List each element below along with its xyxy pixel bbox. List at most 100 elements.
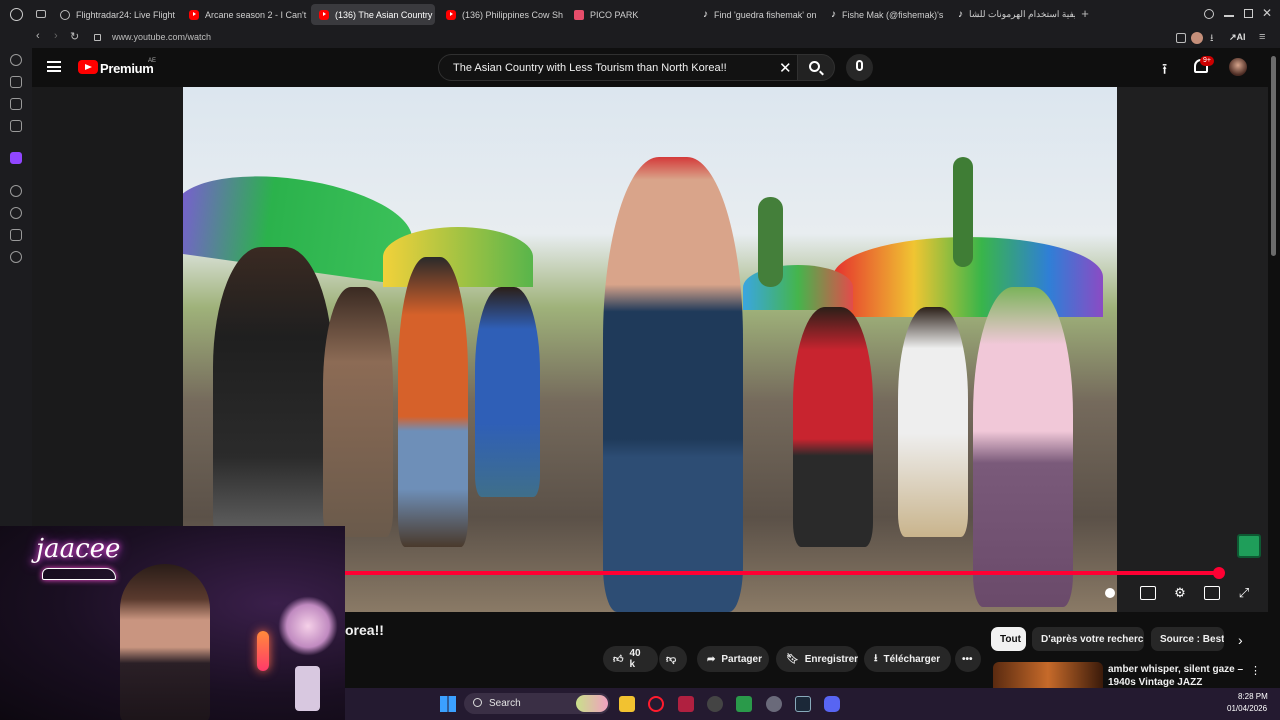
extensions-icon[interactable] <box>1176 33 1186 43</box>
like-button[interactable]: 👍︎ 40 k <box>603 646 658 672</box>
autoplay-toggle[interactable] <box>1103 586 1125 600</box>
app-icon-dark[interactable] <box>707 696 723 712</box>
notification-badge: 9+ <box>1200 56 1214 66</box>
streamer-name: jaacee <box>36 534 121 564</box>
tab-label: كيفية استخدام الهرمونات للشا <box>969 9 1075 19</box>
m-app-icon[interactable] <box>10 120 22 132</box>
recommendation-menu-icon[interactable]: ⋮ <box>1250 664 1261 677</box>
search-icon-handle <box>819 70 824 76</box>
tab-philippines[interactable]: (136) Philippines Cow Sh <box>438 4 563 25</box>
crowd-person <box>398 257 468 547</box>
player-icon[interactable] <box>10 185 22 197</box>
subtitles-icon[interactable] <box>1140 586 1156 600</box>
youtube-icon <box>319 9 329 20</box>
chips-next-icon[interactable]: › <box>1238 632 1243 648</box>
recommendation-title[interactable]: amber whisper, silent gaze – 1940s Vinta… <box>1108 663 1243 689</box>
search-button[interactable] <box>797 54 835 81</box>
channel-watermark-icon[interactable] <box>1237 534 1261 558</box>
tab-asian-country[interactable]: (136) The Asian Country <box>311 4 435 25</box>
reload-icon[interactable]: ↻ <box>70 30 79 43</box>
settings-gear-icon[interactable] <box>10 251 22 263</box>
speed-dial-icon[interactable] <box>10 54 22 66</box>
settings-icon[interactable]: ⚙ <box>1172 586 1188 600</box>
minimize-icon[interactable] <box>1224 15 1234 17</box>
app-icon-gray[interactable] <box>766 696 782 712</box>
tab-label: Fishe Mak (@fishemak)'s <box>842 9 944 20</box>
save-label: Enregistrer <box>804 653 859 665</box>
download-label: Télécharger <box>883 653 941 665</box>
crowd-person <box>973 287 1073 607</box>
opera-menu-icon[interactable] <box>10 8 23 21</box>
bag-icon[interactable] <box>10 76 22 88</box>
taskbar-time[interactable]: 8:28 PM <box>1238 692 1268 701</box>
lock-icon <box>94 34 101 41</box>
tiktok-icon: ♪ <box>958 8 963 20</box>
upload-icon[interactable]: ⭱ <box>1162 59 1167 84</box>
history-icon[interactable] <box>10 207 22 219</box>
search-query: The Asian Country with Less Tourism than… <box>453 62 727 74</box>
share-button[interactable]: ➦ Partager <box>697 646 769 672</box>
app-icon-red[interactable] <box>678 696 694 712</box>
dislike-button[interactable]: 👎︎ <box>659 646 687 672</box>
chip-from-search[interactable]: D'après votre recherche <box>1032 627 1144 651</box>
video-progress-bar[interactable] <box>345 571 1220 575</box>
close-window-icon[interactable]: ✕ <box>1262 6 1272 20</box>
tab-label: (136) Philippines Cow Sh <box>462 9 563 20</box>
tab-tiktok-search[interactable]: ♪ Find 'guedra fishemak' on <box>695 4 820 25</box>
download-icon[interactable]: ⭳ <box>1210 31 1214 48</box>
miniplayer-icon[interactable] <box>1204 586 1220 600</box>
more-icon: ••• <box>962 653 973 665</box>
new-tab-button[interactable]: + <box>1078 7 1092 21</box>
url-field[interactable]: www.youtube.com/watch <box>112 32 211 42</box>
tiktok-icon: ♪ <box>703 8 708 20</box>
tab-pico-park[interactable]: PICO PARK <box>566 4 691 25</box>
clear-search-icon[interactable]: ✕ <box>779 59 792 77</box>
file-explorer-icon[interactable] <box>619 696 635 712</box>
windows-start-icon[interactable] <box>440 696 456 712</box>
globe-icon <box>60 9 70 20</box>
bookmark-icon: 🔖︎ <box>786 653 799 665</box>
share-icon: ➦ <box>707 653 716 665</box>
save-button[interactable]: 🔖︎ Enregistrer <box>776 646 858 672</box>
tab-label: PICO PARK <box>590 9 639 20</box>
flow-icon[interactable] <box>10 98 22 110</box>
opera-taskbar-icon[interactable] <box>648 696 664 712</box>
search-input[interactable]: The Asian Country with Less Tourism than… <box>438 54 828 81</box>
chip-label: D'après votre recherche <box>1041 633 1144 645</box>
youtube-header: Premium AE The Asian Country with Less T… <box>32 48 1280 87</box>
voice-search-button[interactable] <box>846 54 873 81</box>
hamburger-menu-icon[interactable] <box>47 61 61 72</box>
pico-icon <box>574 9 584 20</box>
steam-icon[interactable] <box>795 696 811 712</box>
chip-all[interactable]: Tout <box>991 627 1026 651</box>
account-avatar[interactable] <box>1229 58 1247 76</box>
tab-tiktok-arabic[interactable]: ♪ كيفية استخدام الهرمونات للشا <box>950 4 1075 25</box>
extensions-sidebar-icon[interactable] <box>10 229 22 241</box>
youtube-logo-icon[interactable] <box>78 60 98 74</box>
streamer-figure <box>120 564 210 720</box>
page-scrollbar-thumb[interactable] <box>1271 56 1276 256</box>
scrubber-handle[interactable] <box>1213 567 1225 579</box>
share-label: Partager <box>721 653 762 665</box>
tab-tiktok-profile[interactable]: ♪ Fishe Mak (@fishemak)'s <box>823 4 948 25</box>
profile-avatar[interactable] <box>1191 32 1203 44</box>
easy-setup-icon[interactable]: ≡ <box>1259 31 1265 43</box>
chip-source[interactable]: Source : Best E <box>1151 627 1224 651</box>
youtube-wordmark[interactable]: Premium <box>100 61 154 76</box>
app-icon-green[interactable] <box>736 696 752 712</box>
tab-arcane[interactable]: Arcane season 2 - I Can't <box>181 4 308 25</box>
restore-icon[interactable] <box>1244 9 1253 18</box>
fullscreen-icon[interactable]: ⤢ <box>1236 586 1252 600</box>
tab-list-icon[interactable] <box>36 10 46 18</box>
tab-flightradar[interactable]: Flightradar24: Live Flight T <box>52 4 177 25</box>
more-actions-button[interactable]: ••• <box>955 646 981 672</box>
discord-icon[interactable] <box>824 696 840 712</box>
aria-ai-button[interactable]: ↗AI <box>1229 32 1246 43</box>
back-icon[interactable]: ‹ <box>36 30 40 42</box>
taskbar-date[interactable]: 01/04/2026 <box>1227 704 1267 713</box>
download-button[interactable]: ⭳ Télécharger <box>864 646 951 672</box>
recommendation-thumbnail[interactable] <box>993 662 1103 688</box>
search-tabs-icon[interactable] <box>1204 9 1214 19</box>
twitch-icon[interactable] <box>10 152 22 164</box>
forward-icon[interactable]: › <box>54 30 58 42</box>
